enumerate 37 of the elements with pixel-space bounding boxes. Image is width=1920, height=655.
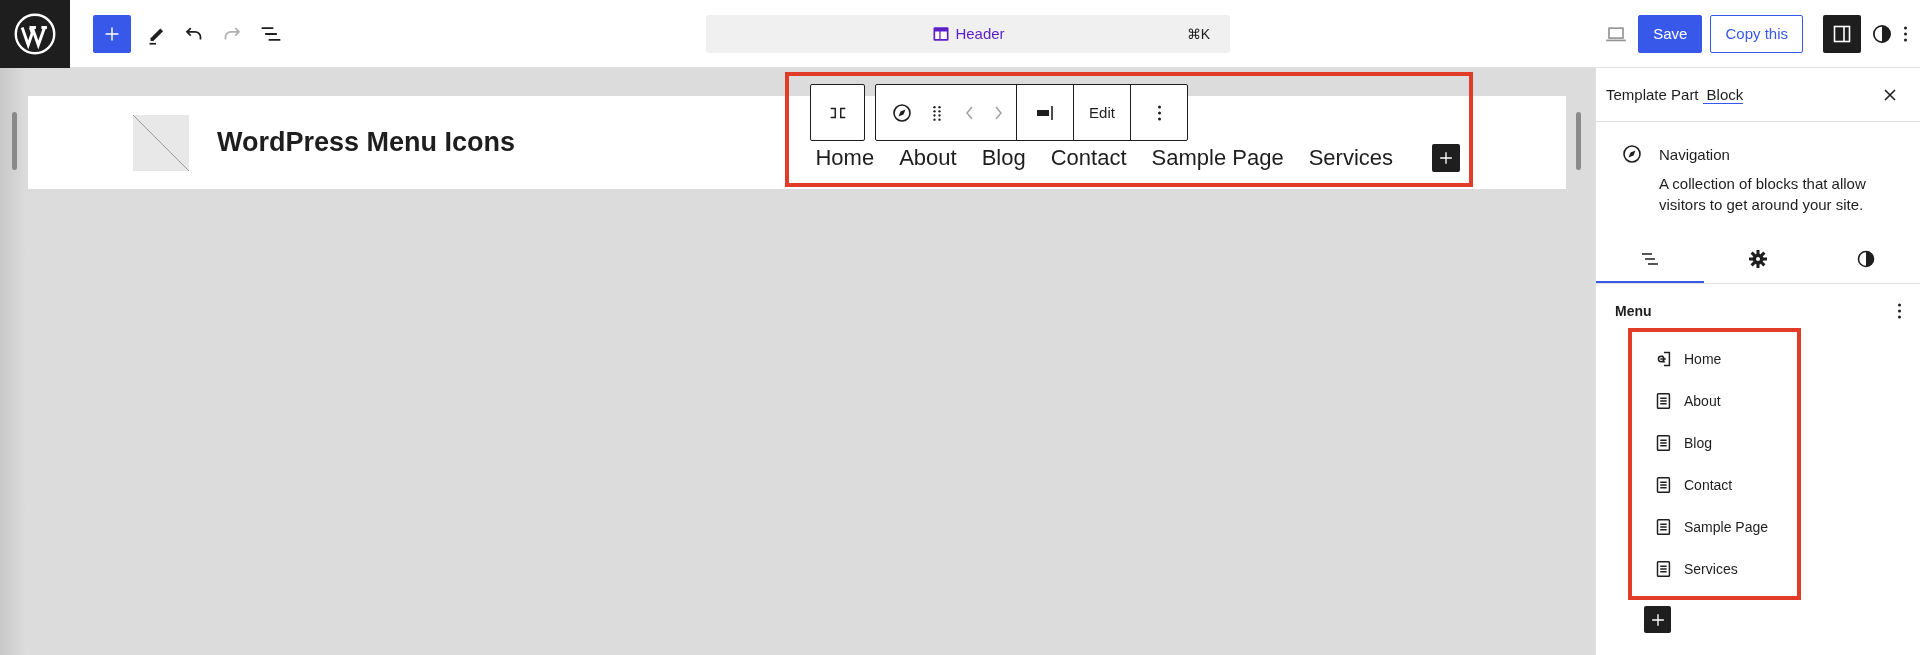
- add-block-button[interactable]: [93, 14, 131, 53]
- command-bar[interactable]: Header ⌘K: [706, 14, 1230, 53]
- more-options-icon[interactable]: [1897, 302, 1902, 320]
- nav-link[interactable]: Home: [815, 144, 875, 171]
- edit-button[interactable]: Edit: [1073, 85, 1130, 140]
- shortcut-hint: ⌘K: [1186, 25, 1210, 42]
- transform-button[interactable]: [810, 84, 865, 141]
- menu-item[interactable]: Home: [1684, 351, 1722, 367]
- nav-link[interactable]: About: [899, 144, 957, 171]
- document-title: Header: [955, 25, 1005, 42]
- nav-link[interactable]: Services: [1308, 144, 1393, 171]
- resize-handle[interactable]: [1576, 112, 1581, 170]
- block-tab[interactable]: Block: [1702, 85, 1744, 104]
- panel-title: Template Part: [1606, 86, 1699, 103]
- site-title[interactable]: WordPress Menu Icons: [217, 127, 516, 158]
- menu-item[interactable]: Sample Page: [1684, 519, 1769, 535]
- copy-button[interactable]: Copy this: [1710, 14, 1803, 53]
- add-item-button[interactable]: [1644, 606, 1671, 633]
- save-button[interactable]: Save: [1638, 14, 1703, 53]
- block-name: Navigation: [1659, 146, 1731, 163]
- compass-icon: [1620, 142, 1644, 166]
- nav-link[interactable]: Sample Page: [1151, 144, 1284, 171]
- nav-link[interactable]: Blog: [981, 144, 1026, 171]
- nav-link[interactable]: Contact: [1050, 144, 1127, 171]
- menu-item[interactable]: About: [1684, 393, 1721, 409]
- menu-item[interactable]: Contact: [1684, 477, 1733, 493]
- menu-title: Menu: [1615, 303, 1652, 319]
- sidebar-toggle-button[interactable]: [1823, 14, 1861, 53]
- block-description: A collection of blocks that allow visitors to get around your site.: [1659, 174, 1867, 215]
- more-options-icon: [1156, 103, 1162, 122]
- settings-icon: [1746, 247, 1770, 271]
- add-item-button[interactable]: [1432, 143, 1460, 172]
- menu-item[interactable]: Services: [1684, 561, 1738, 577]
- resize-handle[interactable]: [12, 112, 17, 170]
- wordpress-logo-icon[interactable]: [13, 11, 57, 56]
- menu-item[interactable]: Blog: [1684, 435, 1713, 451]
- logo-placeholder-icon: [133, 114, 189, 171]
